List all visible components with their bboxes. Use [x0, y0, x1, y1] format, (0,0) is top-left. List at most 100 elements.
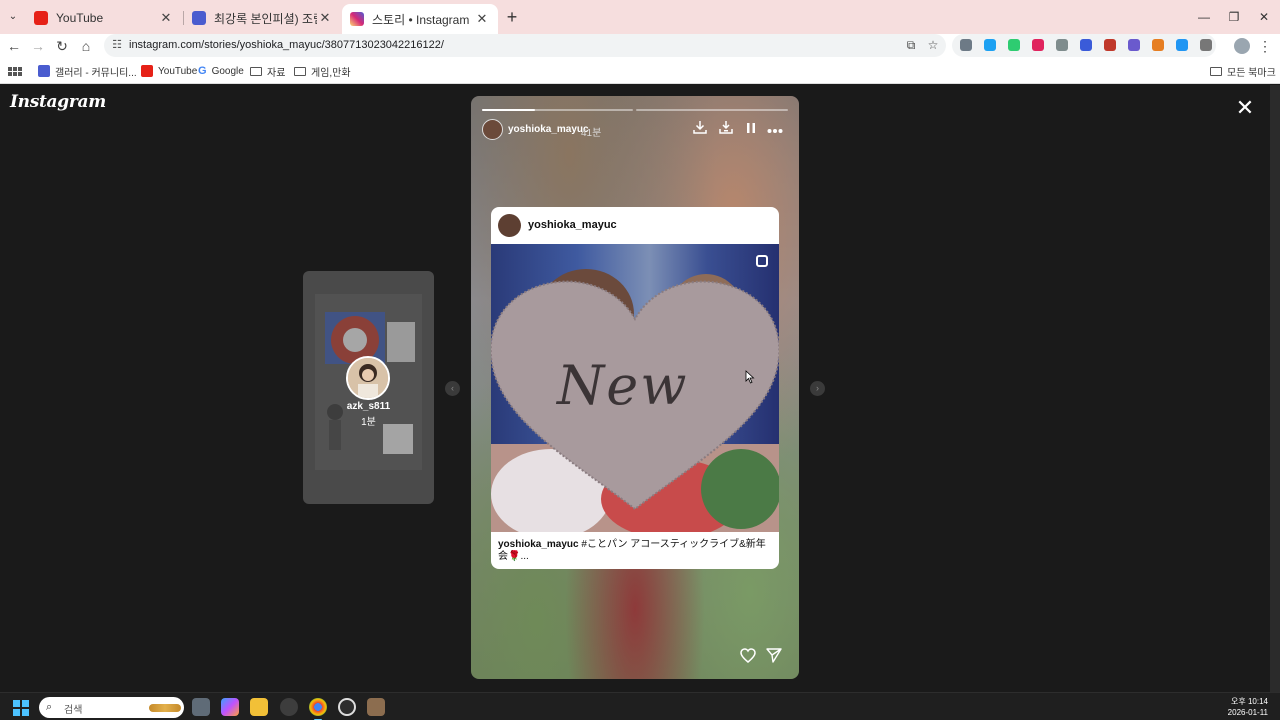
folder-icon — [250, 66, 262, 76]
reload-button[interactable]: ↻ — [52, 36, 72, 56]
windows-taskbar: ⌕ 검색 오후 10:14 2026-01-11 — [0, 692, 1280, 720]
app-icon[interactable] — [338, 698, 356, 716]
bookmark-label: 자료 — [267, 67, 286, 79]
bookmark-label: YouTube — [158, 65, 198, 77]
url-text[interactable]: instagram.com/stories/yoshioka_mayuc/380… — [129, 39, 444, 51]
bookmark-label: Google — [211, 65, 244, 77]
post-caption: yoshioka_mayuc #ことパン アコースティックライブ&新年会🌹... — [498, 539, 772, 563]
tab-title: 스토리 • Instagram — [372, 12, 470, 27]
browser-menu-icon[interactable]: ⋮ — [1258, 36, 1272, 56]
system-clock[interactable]: 오후 10:14 2026-01-11 — [1228, 696, 1268, 718]
close-tab-icon[interactable]: ✕ — [158, 10, 174, 26]
windows-start-icon[interactable] — [13, 700, 29, 716]
tab-search-chevron-icon[interactable]: ⌄ — [4, 8, 22, 26]
story-viewer: Instagram ✕ azk_s811 1분 ‹ › yoshioka_may… — [0, 85, 1270, 692]
search-highlight-decoration — [149, 704, 181, 712]
extension-icon[interactable] — [960, 39, 972, 51]
download-icon[interactable] — [691, 120, 709, 138]
task-view-icon[interactable] — [192, 698, 210, 716]
tab-title: 최강록 본인피셜) 조림중에서 — [214, 11, 317, 26]
post-username: yoshioka_mayuc — [528, 219, 617, 231]
address-bar[interactable]: ☷ instagram.com/stories/yoshioka_mayuc/3… — [104, 34, 946, 57]
youtube-favicon-icon — [34, 11, 48, 25]
profile-avatar[interactable] — [1234, 38, 1250, 54]
copilot-icon[interactable] — [221, 698, 239, 716]
bookmark-youtube[interactable]: YouTube — [141, 63, 197, 79]
bookmark-label: 모든 북마크 — [1227, 67, 1276, 79]
extension-icon[interactable] — [1080, 39, 1092, 51]
extensions-bar — [952, 34, 1216, 57]
active-story[interactable]: yoshioka_mayuc 41분 yoshioka_mayuc New yo… — [471, 96, 799, 679]
chrome-icon[interactable] — [309, 698, 327, 720]
story-progress-bar — [636, 109, 788, 111]
restore-button[interactable]: ❐ — [1222, 6, 1246, 28]
gallery-favicon-icon — [38, 65, 50, 77]
apps-grid-icon[interactable] — [8, 63, 22, 79]
download-alt-icon[interactable] — [717, 120, 735, 138]
back-button[interactable]: ← — [4, 36, 24, 56]
tab-instagram[interactable]: 스토리 • Instagram ✕ — [342, 4, 498, 34]
forward-button[interactable]: → — [28, 36, 48, 56]
tab-community[interactable]: 최강록 본인피셜) 조림중에서 ✕ — [184, 4, 341, 32]
bookmark-google[interactable]: G Google — [198, 63, 244, 79]
close-tab-icon[interactable]: ✕ — [474, 11, 490, 27]
file-explorer-icon[interactable] — [250, 698, 268, 716]
avatar[interactable] — [482, 119, 503, 140]
mouse-cursor-icon — [745, 370, 755, 384]
story-time: 41분 — [581, 128, 602, 139]
download-extension-icon[interactable] — [1176, 39, 1188, 51]
all-bookmarks-folder[interactable]: 모든 북마크 — [1210, 63, 1276, 79]
puzzle-extensions-icon[interactable] — [1200, 39, 1212, 51]
bookmark-label: 갤러리 - 커뮤니티... — [55, 67, 137, 79]
previous-story-chevron-icon[interactable]: ‹ — [445, 381, 460, 396]
community-favicon-icon — [192, 11, 206, 25]
previous-story-username: azk_s811 — [346, 401, 391, 412]
story-username[interactable]: yoshioka_mayuc — [508, 124, 589, 135]
close-tab-icon[interactable]: ✕ — [317, 10, 333, 26]
bookmarks-bar: 갤러리 - 커뮤니티... YouTube G Google 자료 게임,만화 … — [0, 58, 1280, 84]
extension-icon[interactable] — [1128, 39, 1140, 51]
instagram-logo[interactable]: Instagram — [10, 92, 106, 112]
more-options-icon[interactable] — [766, 120, 784, 138]
folder-icon — [1210, 66, 1222, 76]
app-icon[interactable] — [367, 698, 385, 716]
story-progress-bar — [482, 109, 633, 111]
close-window-button[interactable]: ✕ — [1252, 6, 1276, 28]
page-scrollbar[interactable] — [1270, 85, 1280, 692]
like-heart-icon[interactable] — [739, 648, 757, 666]
post-image-text: New — [557, 354, 689, 417]
tab-title: YouTube — [56, 11, 104, 25]
new-tab-button[interactable]: + — [503, 7, 521, 27]
bookmark-gallery[interactable]: 갤러리 - 커뮤니티... — [38, 63, 137, 79]
bookmark-folder-jaryo[interactable]: 자료 — [250, 63, 285, 79]
clock-time: 오후 10:14 — [1231, 697, 1268, 706]
tab-youtube[interactable]: YouTube ✕ — [26, 4, 182, 32]
google-icon: G — [198, 65, 207, 77]
pause-icon[interactable] — [742, 120, 760, 138]
previous-story-preview[interactable]: azk_s811 1분 — [303, 271, 434, 504]
folder-icon — [294, 66, 306, 76]
site-info-icon[interactable]: ☷ — [110, 38, 124, 52]
previous-story-time: 1분 — [361, 417, 376, 428]
abp-extension-icon[interactable] — [1032, 39, 1044, 51]
home-button[interactable]: ⌂ — [76, 36, 96, 56]
close-icon[interactable]: ✕ — [1234, 97, 1256, 119]
avatar — [346, 356, 390, 400]
install-app-icon[interactable]: ⧉ — [904, 38, 918, 52]
extension-icon[interactable] — [1056, 39, 1068, 51]
extension-icon[interactable] — [1152, 39, 1164, 51]
avatar — [498, 214, 521, 237]
shared-post-card[interactable]: yoshioka_mayuc New yoshioka_mayuc #ことパン … — [491, 207, 779, 569]
browser-toolbar: ← → ↻ ⌂ ☷ instagram.com/stories/yoshioka… — [0, 34, 1280, 58]
app-icon[interactable] — [280, 698, 298, 716]
extension-icon[interactable] — [1104, 39, 1116, 51]
minimize-button[interactable]: — — [1192, 6, 1216, 28]
extension-icon[interactable] — [984, 39, 996, 51]
bookmark-folder-games[interactable]: 게임,만화 — [294, 63, 351, 79]
taskbar-search[interactable]: ⌕ 검색 — [39, 697, 184, 718]
shield-extension-icon[interactable] — [1008, 39, 1020, 51]
next-story-chevron-icon[interactable]: › — [810, 381, 825, 396]
bookmark-label: 게임,만화 — [311, 67, 351, 79]
share-send-icon[interactable] — [765, 648, 783, 666]
bookmark-star-icon[interactable]: ☆ — [926, 38, 940, 52]
